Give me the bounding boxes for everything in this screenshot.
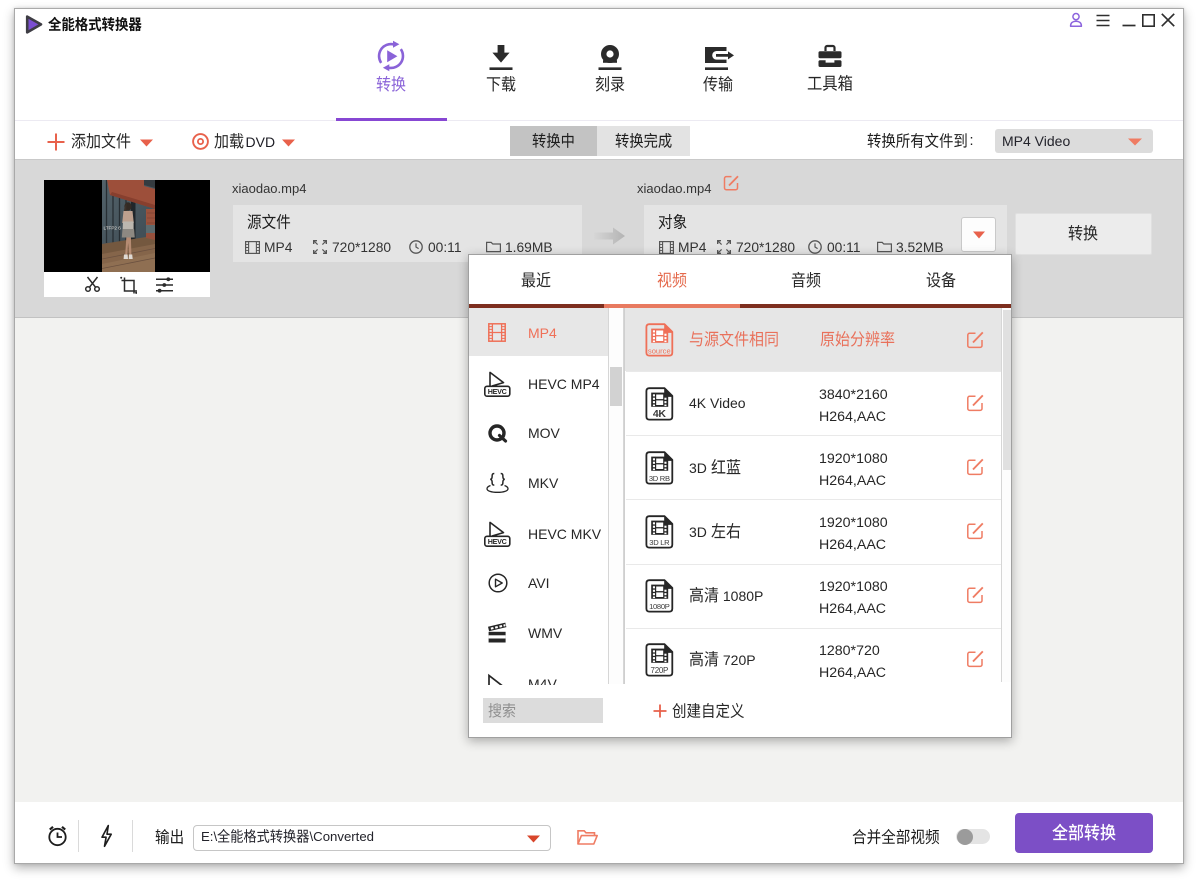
svg-text:3D LR: 3D LR [649,538,670,547]
svg-text:4K: 4K [653,408,667,420]
svg-text:720P: 720P [651,666,668,675]
svg-text:3D RB: 3D RB [649,474,670,483]
svg-text:1080P: 1080P [649,602,670,611]
svg-text:source: source [648,347,671,356]
svg-text:HEVC: HEVC [488,537,507,546]
svg-text:HEVC: HEVC [488,387,507,396]
svg-text:LTFP2 6: LTFP2 6 [104,226,122,231]
